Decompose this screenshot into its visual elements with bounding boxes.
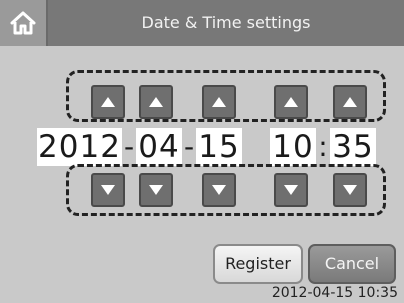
triangle-down-icon (284, 185, 298, 195)
hour-increment-button[interactable] (274, 85, 308, 119)
triangle-up-icon (343, 97, 357, 107)
date-separator: - (183, 130, 195, 163)
minute-increment-button[interactable] (333, 85, 367, 119)
hour-decrement-button[interactable] (274, 173, 308, 207)
year-increment-button[interactable] (91, 85, 125, 119)
home-button[interactable] (0, 0, 48, 46)
day-decrement-button[interactable] (202, 173, 236, 207)
month-decrement-button[interactable] (139, 173, 173, 207)
triangle-up-icon (284, 97, 298, 107)
month-increment-button[interactable] (139, 85, 173, 119)
minute-decrement-button[interactable] (333, 173, 367, 207)
triangle-up-icon (149, 97, 163, 107)
current-datetime-status: 2012-04-15 10:35 (271, 285, 398, 301)
time-separator: : (318, 130, 328, 163)
triangle-down-icon (212, 185, 226, 195)
month-field[interactable]: 04 (136, 128, 182, 166)
triangle-down-icon (343, 185, 357, 195)
header-bar: Date & Time settings (0, 0, 404, 46)
minute-field[interactable]: 35 (330, 128, 376, 166)
triangle-up-icon (212, 97, 226, 107)
triangle-down-icon (149, 185, 163, 195)
register-button[interactable]: Register (213, 244, 303, 284)
home-icon (10, 11, 36, 35)
day-field[interactable]: 15 (196, 128, 242, 166)
hour-field[interactable]: 10 (270, 128, 316, 166)
date-separator: - (123, 130, 135, 163)
year-field[interactable]: 2012 (37, 128, 122, 166)
day-increment-button[interactable] (202, 85, 236, 119)
triangle-up-icon (101, 97, 115, 107)
date-time-settings-screen: Date & Time settings 2012 - 04 - 15 10 :… (0, 0, 404, 303)
year-decrement-button[interactable] (91, 173, 125, 207)
page-title: Date & Time settings (141, 13, 311, 32)
datetime-display: 2012 - 04 - 15 10 : 35 (0, 126, 404, 168)
triangle-down-icon (101, 185, 115, 195)
cancel-button[interactable]: Cancel (308, 244, 396, 284)
